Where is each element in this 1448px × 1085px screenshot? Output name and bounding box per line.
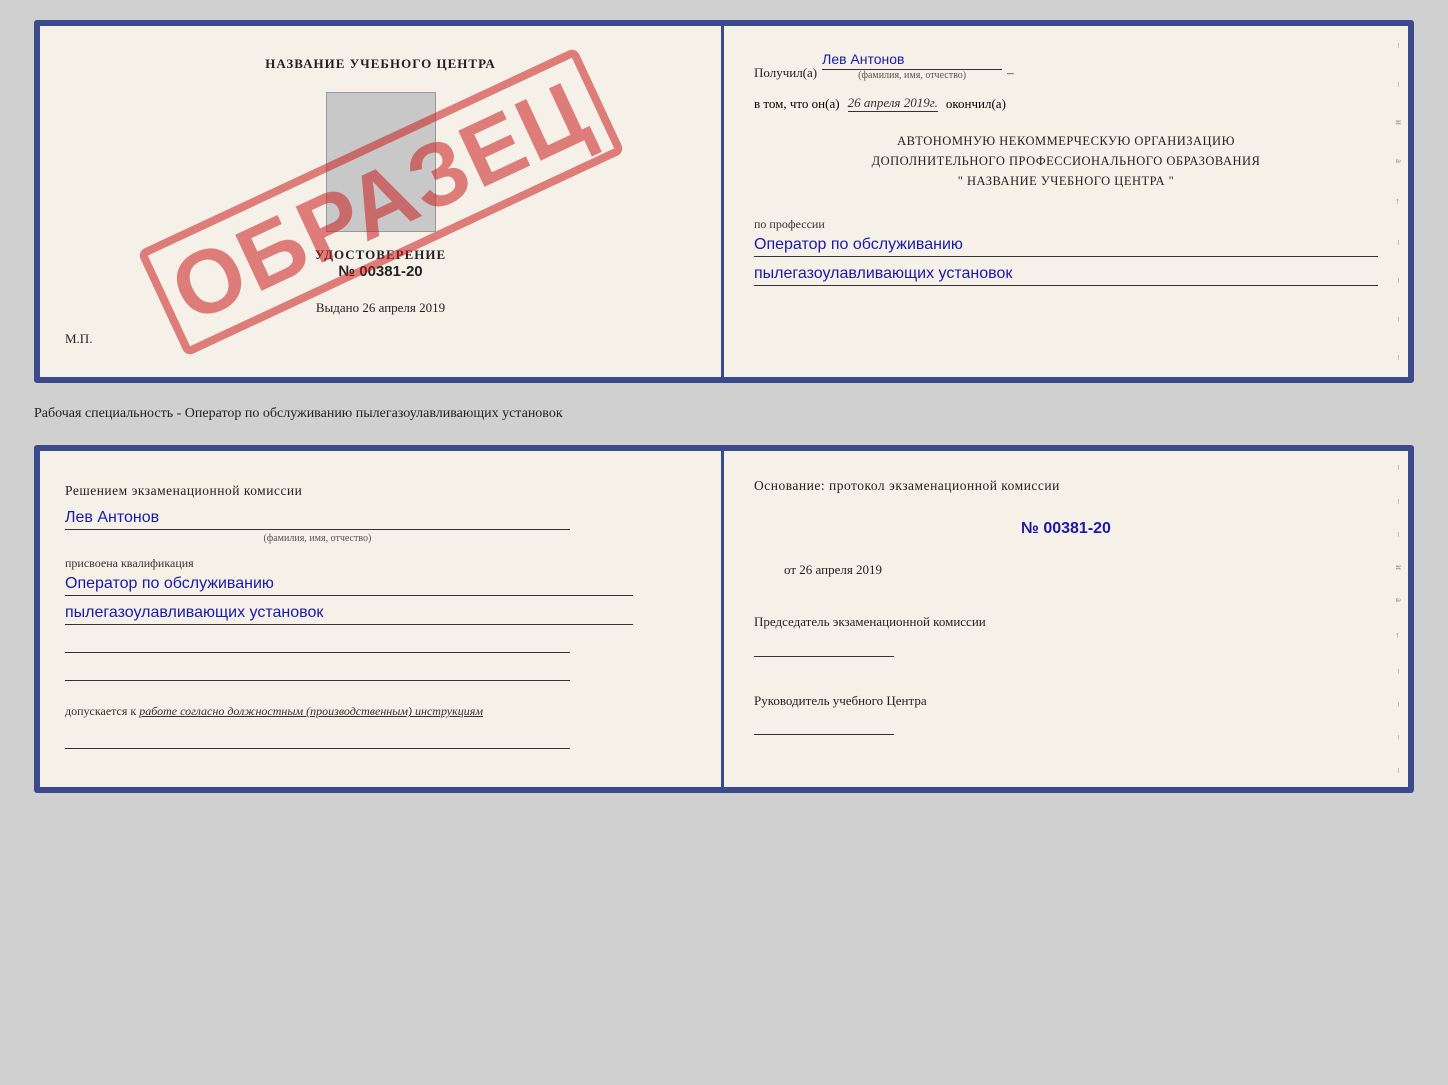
top-document: НАЗВАНИЕ УЧЕБНОГО ЦЕНТРА УДОСТОВЕРЕНИЕ №… xyxy=(34,20,1414,383)
fio-subtitle-top: (фамилия, имя, отчество) xyxy=(858,70,966,81)
vydano-line: Выдано 26 апреля 2019 xyxy=(316,300,445,316)
poluchil-row: Получил(а) Лев Антонов (фамилия, имя, от… xyxy=(754,51,1378,81)
bsm-4: – xyxy=(1394,669,1404,674)
vtomchto-line: в том, что он(а) 26 апреля 2019г. окончи… xyxy=(754,95,1378,112)
bsm-6: – xyxy=(1394,735,1404,740)
bsm-3: – xyxy=(1394,532,1404,537)
chairman-block: Председатель экзаменационной комиссии xyxy=(754,612,1378,657)
udostoverenie-block: УДОСТОВЕРЕНИЕ № 00381-20 xyxy=(315,247,446,280)
chairman-sign-line xyxy=(754,637,894,657)
side-mark-2: – xyxy=(1394,82,1404,87)
qual-value1: Оператор по обслуживанию xyxy=(65,575,633,596)
profession-value1: Оператор по обслуживанию xyxy=(754,236,1378,257)
bsm-arrow: ← xyxy=(1394,631,1404,640)
vydano-label: Выдано xyxy=(316,300,359,315)
rukovoditel-sign-line xyxy=(754,715,894,735)
sign-line-1 xyxy=(65,633,570,653)
side-mark-and: и xyxy=(1394,120,1404,125)
side-mark-5: – xyxy=(1394,317,1404,322)
dopuskaetsya-label: допускается к xyxy=(65,704,136,718)
bottom-left-page: Решением экзаменационной комиссии Лев Ан… xyxy=(40,451,724,787)
bottom-side-marks: – – – и а ← – – – – xyxy=(1390,451,1408,787)
poluchil-label: Получил(а) xyxy=(754,65,817,81)
side-mark-6: – xyxy=(1394,355,1404,360)
udostoverenie-number: № 00381-20 xyxy=(315,263,446,280)
bsm-a: а xyxy=(1394,598,1404,602)
bsm-and: и xyxy=(1394,565,1404,570)
bottom-document: Решением экзаменационной комиссии Лев Ан… xyxy=(34,445,1414,793)
osnovaniye-block: Основание: протокол экзаменационной коми… xyxy=(754,476,1378,496)
vydano-date: 26 апреля 2019 xyxy=(362,300,445,315)
qual-value2: пылегазоулавливающих установок xyxy=(65,604,633,625)
ot-date: 26 апреля 2019 xyxy=(799,562,882,577)
photo-placeholder xyxy=(326,92,436,232)
vtomchto-label: в том, что он(а) xyxy=(754,96,840,112)
sign-line-3 xyxy=(65,729,570,749)
bsm-1: – xyxy=(1394,465,1404,470)
bsm-7: – xyxy=(1394,768,1404,773)
side-mark-3: – xyxy=(1394,240,1404,245)
side-mark-arrow: ← xyxy=(1394,197,1404,206)
chairman-label: Председатель экзаменационной комиссии xyxy=(754,612,1378,632)
top-left-title: НАЗВАНИЕ УЧЕБНОГО ЦЕНТРА xyxy=(265,56,496,72)
org-line1: АВТОНОМНУЮ НЕКОММЕРЧЕСКУЮ ОРГАНИЗАЦИЮ xyxy=(754,131,1378,151)
side-mark-1: – xyxy=(1394,43,1404,48)
org-line3: " НАЗВАНИЕ УЧЕБНОГО ЦЕНТРА " xyxy=(754,171,1378,191)
org-line2: ДОПОЛНИТЕЛЬНОГО ПРОФЕССИОНАЛЬНОГО ОБРАЗО… xyxy=(754,151,1378,171)
rukovoditel-block: Руководитель учебного Центра xyxy=(754,691,1378,736)
top-right-page: Получил(а) Лев Антонов (фамилия, имя, от… xyxy=(724,26,1408,377)
mp-line: М.П. xyxy=(65,331,92,347)
side-marks: – – и а ← – – – – xyxy=(1390,26,1408,377)
dopuskaetsya-block: допускается к работе согласно должностны… xyxy=(65,704,483,719)
ot-line: от 26 апреля 2019 xyxy=(784,562,1378,578)
prisvoena-label: присвоена квалификация xyxy=(65,556,194,571)
side-mark-4: – xyxy=(1394,278,1404,283)
side-mark-a: а xyxy=(1394,159,1404,163)
org-block: АВТОНОМНУЮ НЕКОММЕРЧЕСКУЮ ОРГАНИЗАЦИЮ ДО… xyxy=(754,131,1378,191)
top-left-page: НАЗВАНИЕ УЧЕБНОГО ЦЕНТРА УДОСТОВЕРЕНИЕ №… xyxy=(40,26,724,377)
protocol-number: № 00381-20 xyxy=(754,520,1378,538)
dopusk-underline: работе согласно должностным (производств… xyxy=(139,704,483,718)
bsm-2: – xyxy=(1394,499,1404,504)
vtomchto-date: 26 апреля 2019г. xyxy=(848,95,938,112)
okoncil-label: окончил(а) xyxy=(946,96,1006,112)
ot-label: от xyxy=(784,562,796,577)
rukovoditel-label: Руководитель учебного Центра xyxy=(754,691,1378,711)
profession-block: по профессии Оператор по обслуживанию пы… xyxy=(754,215,1378,286)
resheniye-text: Решением экзаменационной комиссии xyxy=(65,481,302,501)
bottom-fio-label: (фамилия, имя, отчество) xyxy=(65,533,570,544)
dopusk-value: работе согласно должностным (производств… xyxy=(139,704,483,718)
profession-value2: пылегазоулавливающих установок xyxy=(754,265,1378,286)
po-professii-label: по профессии xyxy=(754,217,825,231)
bsm-5: – xyxy=(1394,702,1404,707)
osnovaniye-text: Основание: протокол экзаменационной коми… xyxy=(754,478,1060,493)
page-wrapper: НАЗВАНИЕ УЧЕБНОГО ЦЕНТРА УДОСТОВЕРЕНИЕ №… xyxy=(34,20,1414,793)
poluchil-value: Лев Антонов xyxy=(822,51,1002,70)
dash-top: – xyxy=(1007,65,1014,81)
udostoverenie-label: УДОСТОВЕРЕНИЕ xyxy=(315,247,446,263)
bottom-right-page: Основание: протокол экзаменационной коми… xyxy=(724,451,1408,787)
bottom-name-value: Лев Антонов xyxy=(65,509,570,530)
sign-line-2 xyxy=(65,661,570,681)
middle-text: Рабочая специальность - Оператор по обсл… xyxy=(34,401,1414,427)
